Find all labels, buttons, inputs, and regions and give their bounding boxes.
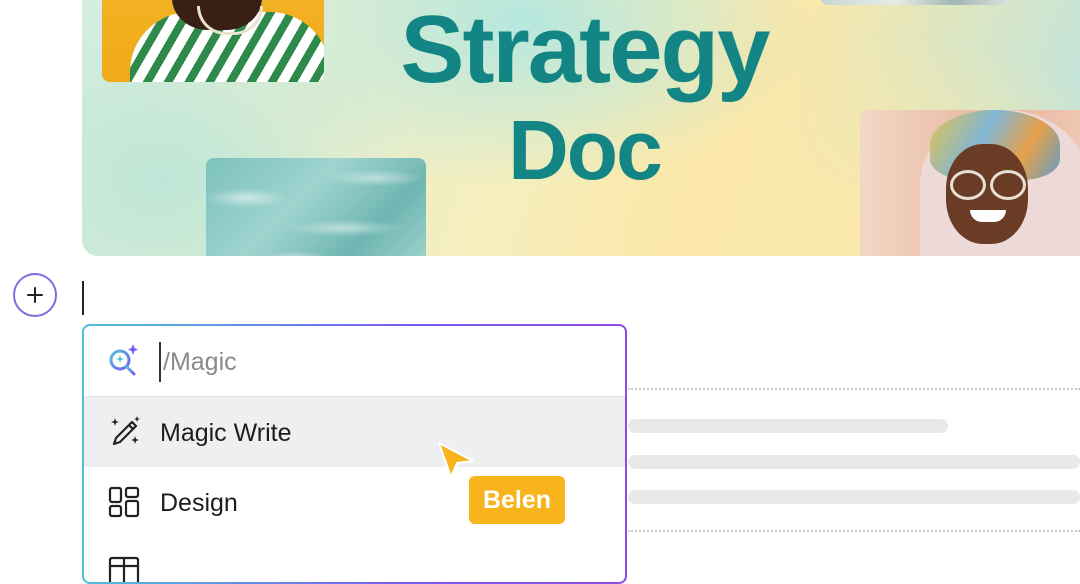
text-cursor	[82, 281, 84, 315]
divider-dotted	[628, 530, 1080, 532]
menu-item-table[interactable]	[84, 537, 625, 582]
command-menu: /Magic Magic Write Design	[82, 324, 627, 584]
add-block-button[interactable]	[13, 273, 57, 317]
magic-pen-icon	[111, 416, 140, 446]
magic-search-icon	[109, 344, 138, 376]
grid-icon	[108, 486, 140, 518]
table-icon	[108, 556, 140, 582]
menu-item-magic-write[interactable]: Magic Write	[84, 397, 625, 467]
menu-item-label: Design	[160, 489, 238, 517]
banner-title-line2: Doc	[508, 103, 663, 197]
banner-title-line1: Strategy	[400, 0, 770, 103]
search-placeholder: /Magic	[163, 348, 237, 376]
text-placeholder-line	[628, 455, 1080, 469]
text-placeholder-line	[628, 419, 948, 433]
plus-icon	[27, 287, 43, 303]
cover-banner: Strategy Doc	[82, 0, 1080, 256]
command-search[interactable]: /Magic	[84, 326, 625, 397]
text-placeholder-line	[628, 490, 1080, 504]
menu-item-label: Magic Write	[160, 419, 292, 447]
divider-dotted	[628, 388, 1080, 390]
collaborator-name-tag: Belen	[467, 474, 567, 526]
